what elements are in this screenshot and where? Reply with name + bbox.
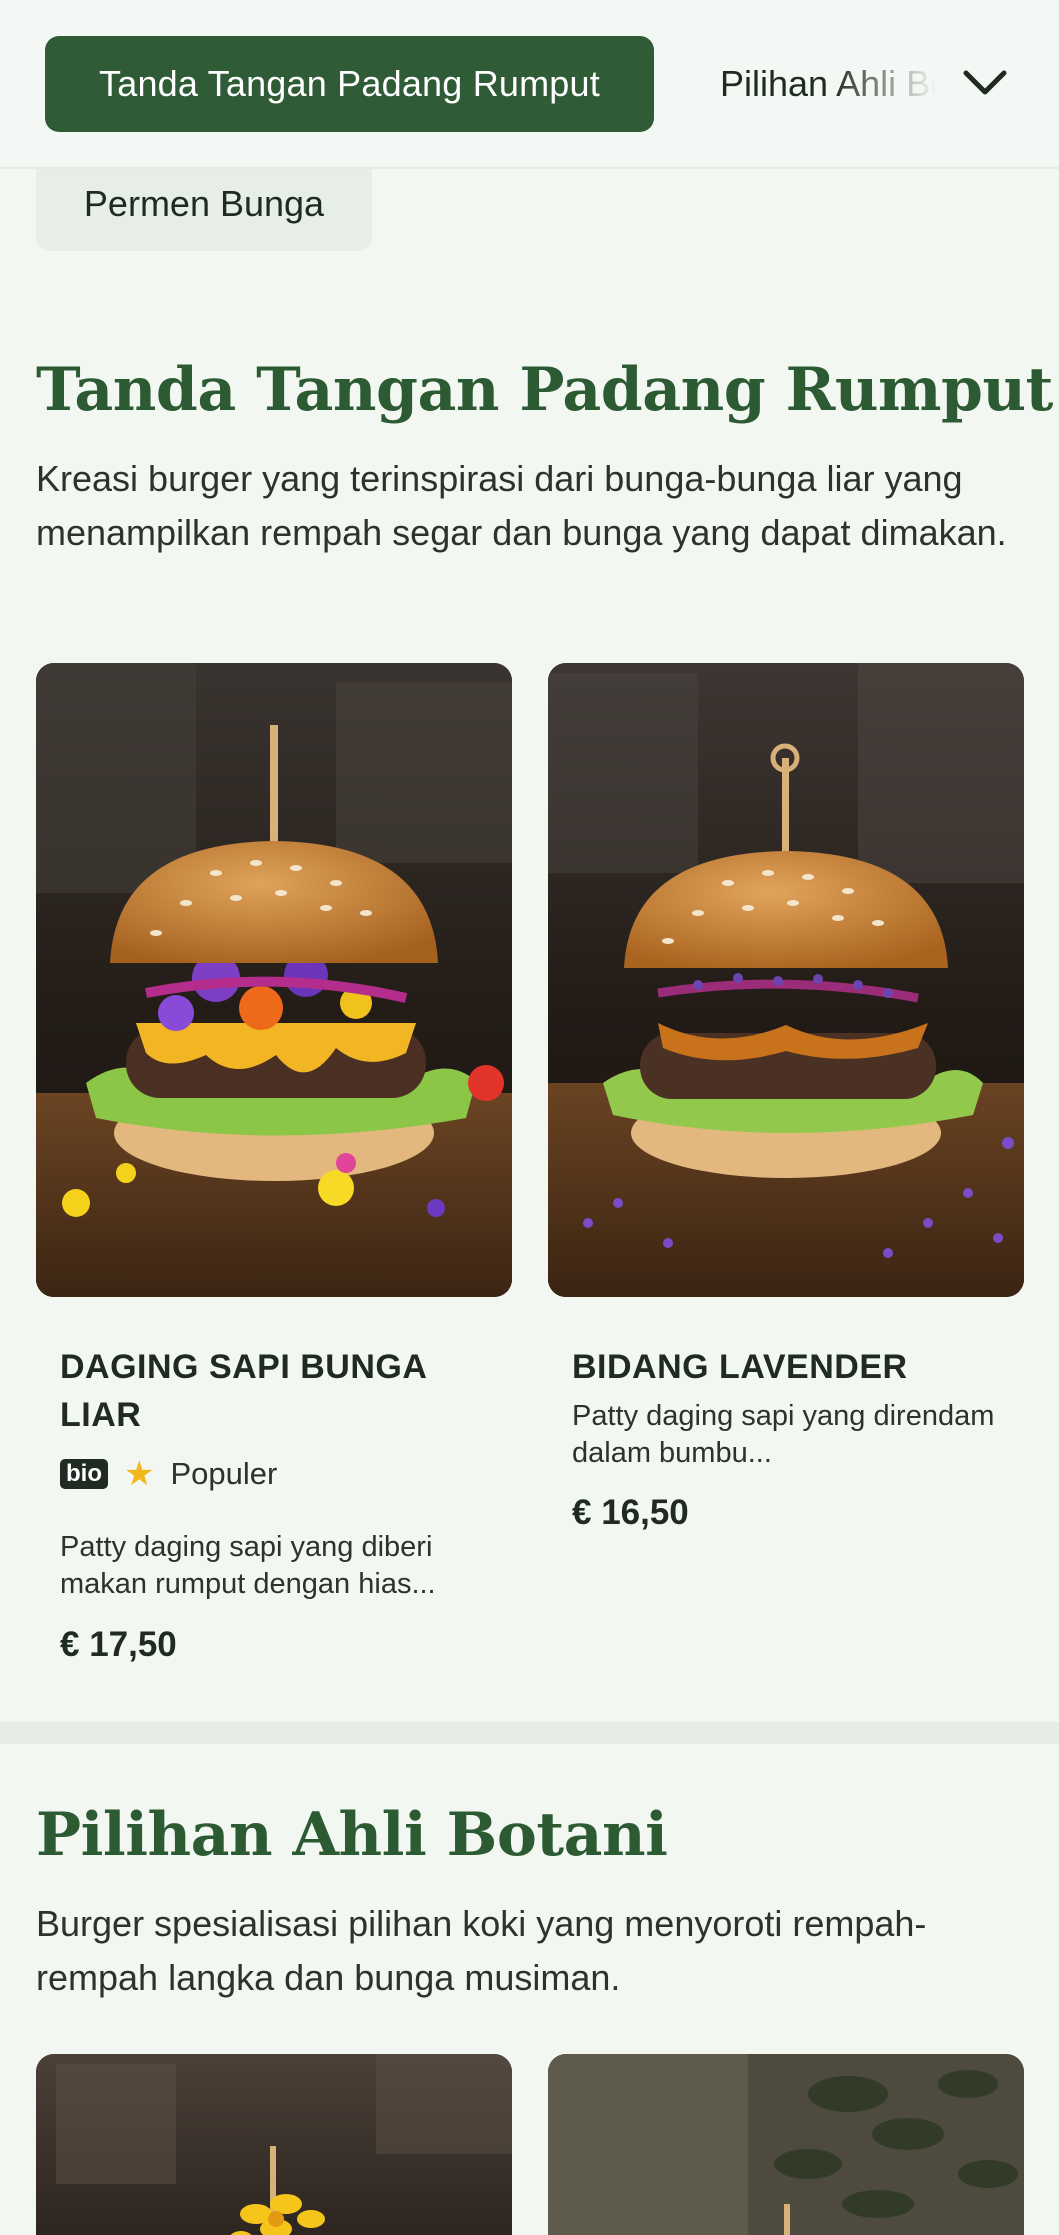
item-tags: bio ★ Populer bbox=[60, 1456, 277, 1492]
item-description: Patty daging sapi yang diberi makan rump… bbox=[60, 1531, 436, 1600]
menu-item-card[interactable]: BIDANG LAVENDER Patty daging sapi yang d… bbox=[548, 663, 1024, 1543]
star-icon: ★ bbox=[124, 1455, 155, 1493]
item-name: BIDANG LAVENDER bbox=[572, 1348, 908, 1386]
item-description: Patty daging sapi yang direndam dalam bu… bbox=[572, 1400, 995, 1469]
section-description: Kreasi burger yang terinspirasi dari bun… bbox=[36, 458, 1007, 553]
chevron-down-icon bbox=[963, 70, 1007, 95]
popular-label: Populer bbox=[170, 1456, 278, 1491]
section-title: Tanda Tangan Padang Rumput bbox=[36, 355, 1053, 425]
category-tab-active[interactable]: Tanda Tangan Padang Rumput bbox=[45, 36, 654, 132]
item-name: DAGING SAPI BUNGA LIAR bbox=[60, 1348, 427, 1434]
menu-item-card[interactable] bbox=[36, 2054, 512, 2235]
section-divider bbox=[0, 1722, 1059, 1744]
burger-image bbox=[548, 2054, 1024, 2235]
category-nav-bar: Tanda Tangan Padang Rumput Pilihan Ahli … bbox=[0, 0, 1059, 169]
section-description: Burger spesialisasi pilihan koki yang me… bbox=[36, 1903, 927, 1998]
section-title: Pilihan Ahli Botani bbox=[36, 1800, 668, 1870]
category-tab-next[interactable]: Pilihan Ahli Botani bbox=[720, 36, 942, 132]
item-price: € 17,50 bbox=[60, 1625, 177, 1664]
burger-image bbox=[36, 2054, 512, 2235]
menu-item-card[interactable]: DAGING SAPI BUNGA LIAR bio ★ Populer Pat… bbox=[36, 663, 512, 1683]
item-price: € 16,50 bbox=[572, 1493, 689, 1532]
burger-image bbox=[548, 663, 1024, 1297]
burger-image bbox=[36, 663, 512, 1297]
bio-badge: bio bbox=[60, 1459, 108, 1489]
scroll-fade bbox=[832, 36, 942, 132]
menu-item-card[interactable] bbox=[548, 2054, 1024, 2235]
category-dropdown-button[interactable] bbox=[950, 48, 1020, 118]
